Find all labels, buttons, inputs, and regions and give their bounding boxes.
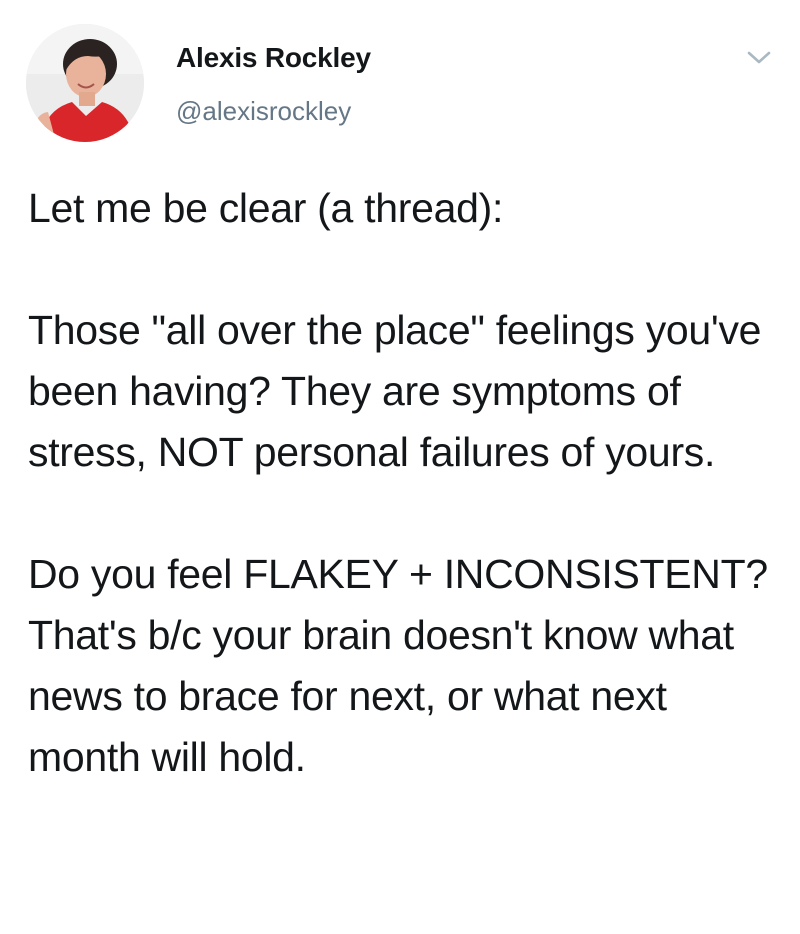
author-handle[interactable]: @alexisrockley: [176, 96, 351, 127]
chevron-down-icon[interactable]: [746, 48, 772, 68]
tweet-paragraph: Those "all over the place" feelings you'…: [28, 307, 762, 475]
avatar[interactable]: [26, 24, 144, 142]
tweet-paragraph: Let me be clear (a thread):: [28, 185, 504, 231]
tweet-text: Let me be clear (a thread): Those "all o…: [28, 178, 778, 788]
author-name[interactable]: Alexis Rockley: [176, 42, 371, 74]
avatar-photo: [26, 24, 144, 142]
tweet-paragraph: Do you feel FLAKEY + INCONSISTENT? That'…: [28, 551, 768, 780]
tweet: Alexis Rockley @alexisrockley Let me be …: [0, 0, 800, 934]
